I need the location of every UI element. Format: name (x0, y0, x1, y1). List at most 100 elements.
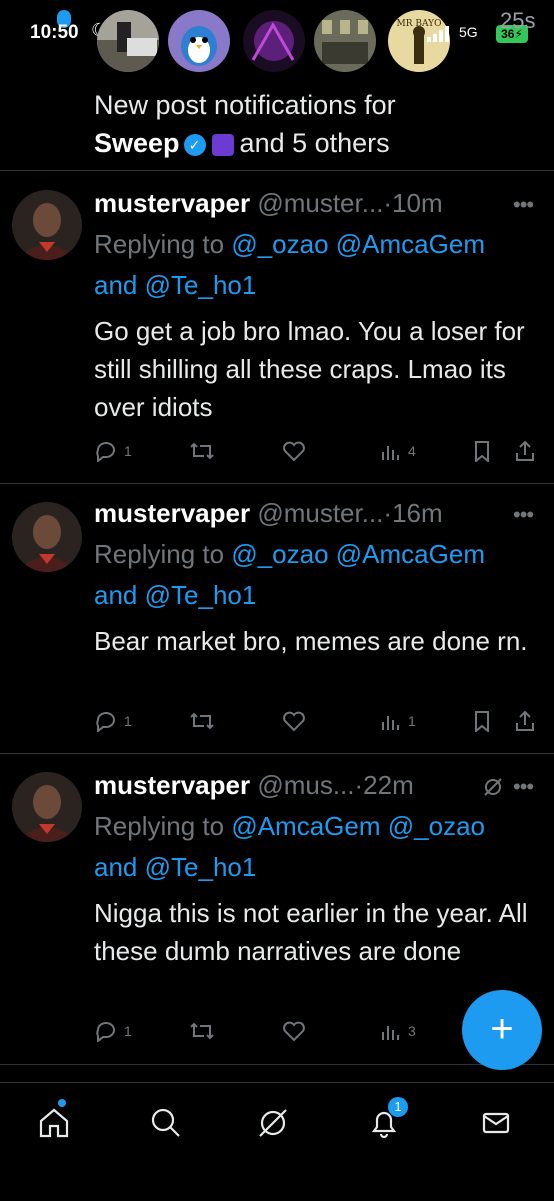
replying-to: Replying to @_ozao @AmcaGem and @Te_ho1 (94, 224, 534, 306)
and-others-link[interactable]: and @Te_ho1 (94, 580, 256, 610)
post-body: Nigga this is not earlier in the year. A… (94, 898, 528, 966)
new-post-notification[interactable]: New post notifications for Sweep ✓ and 5 o… (94, 86, 534, 162)
story-avatar-1[interactable] (97, 10, 159, 72)
mention-link[interactable]: @_ozao (388, 811, 485, 841)
reply-button[interactable]: 1 (94, 1020, 132, 1042)
more-icon[interactable]: ••• (513, 774, 534, 800)
like-button[interactable] (282, 710, 306, 732)
more-icon[interactable]: ••• (513, 502, 534, 528)
reply-icon (96, 1022, 115, 1042)
notification-badge: 1 (388, 1097, 408, 1117)
views-button[interactable]: 4 (380, 440, 416, 462)
and-word: and (94, 580, 138, 610)
reply-icon (96, 712, 115, 732)
more-icon[interactable]: ••• (513, 192, 534, 218)
reply-button[interactable]: 1 (94, 440, 132, 462)
repost-button[interactable] (189, 710, 215, 732)
dot-separator: · (383, 498, 393, 528)
author-handle[interactable]: @muster... (257, 498, 383, 528)
post-actions: 1 1 (94, 710, 544, 738)
grok-icon (259, 1109, 287, 1137)
and-word: and (94, 270, 138, 300)
share-button[interactable] (514, 710, 536, 732)
dot-separator: · (383, 188, 393, 218)
share-icon (516, 440, 534, 461)
notification-rest: and 5 others (239, 128, 390, 158)
mention-link[interactable]: @AmcaGem (336, 539, 485, 569)
author-name[interactable]: mustervaper (94, 188, 250, 218)
verified-icon: ✓ (183, 133, 206, 156)
reply-count: 1 (124, 1023, 132, 1039)
story-avatar-2[interactable] (168, 10, 230, 72)
search-icon (151, 1108, 180, 1137)
grok-icon[interactable] (482, 776, 504, 803)
share-icon (516, 710, 534, 731)
new-content-dot (58, 1099, 66, 1107)
like-button[interactable] (282, 440, 306, 462)
post-avatar[interactable] (12, 502, 82, 572)
repost-button[interactable] (189, 440, 215, 462)
like-button[interactable] (282, 1020, 306, 1042)
notifications-tab[interactable]: 1 (366, 1097, 408, 1145)
share-button[interactable] (514, 440, 536, 462)
replying-prefix: Replying to (94, 811, 225, 841)
post-time: 16m (392, 498, 443, 528)
bookmark-button[interactable] (472, 440, 492, 462)
bookmark-icon (475, 711, 489, 732)
views-icon (382, 1026, 399, 1040)
reply-count: 1 (124, 713, 132, 729)
post-body: Go get a job bro lmao. You a loser for s… (94, 316, 525, 422)
views-icon (382, 446, 399, 460)
grok-tab[interactable] (255, 1105, 295, 1145)
reply-button[interactable]: 1 (94, 710, 132, 732)
mention-link[interactable]: @AmcaGem (336, 229, 485, 259)
home-tab[interactable] (36, 1099, 76, 1145)
author-name[interactable]: mustervaper (94, 498, 250, 528)
divider (0, 170, 554, 171)
signal-icon (427, 26, 451, 47)
and-others-link[interactable]: and @Te_ho1 (94, 852, 256, 882)
and-others-link[interactable]: and @Te_ho1 (94, 270, 256, 300)
author-name[interactable]: mustervaper (94, 770, 250, 800)
heart-icon (283, 711, 305, 732)
author-handle[interactable]: @muster... (257, 188, 383, 218)
search-tab[interactable] (148, 1105, 188, 1145)
heart-icon (283, 441, 305, 462)
views-icon (382, 716, 399, 730)
post-header: mustervaper @mus...·22m (94, 770, 414, 801)
repost-icon (190, 1022, 214, 1040)
messages-tab[interactable] (478, 1105, 518, 1145)
repost-button[interactable] (189, 1020, 215, 1042)
story-avatar-3[interactable] (243, 10, 305, 72)
notification-account-name: Sweep (94, 128, 180, 158)
post-actions: 1 4 (94, 440, 544, 468)
mention-link[interactable]: @Te_ho1 (145, 852, 257, 882)
repost-icon (190, 712, 214, 730)
replying-to: Replying to @_ozao @AmcaGem and @Te_ho1 (94, 534, 534, 616)
divider (0, 1064, 554, 1065)
post-avatar[interactable] (12, 190, 82, 260)
divider (0, 483, 554, 484)
author-handle[interactable]: @mus... (257, 770, 354, 800)
mention-link[interactable]: @AmcaGem (231, 811, 380, 841)
replying-prefix: Replying to (94, 539, 225, 569)
bookmark-button[interactable] (472, 710, 492, 732)
views-button[interactable]: 1 (380, 710, 416, 732)
mention-link[interactable]: @_ozao (231, 229, 328, 259)
home-icon (39, 1108, 69, 1138)
views-button[interactable]: 3 (380, 1020, 416, 1042)
bookmark-icon (475, 441, 489, 462)
mention-link[interactable]: @_ozao (231, 539, 328, 569)
views-count: 4 (408, 443, 416, 459)
story-avatar-4[interactable] (314, 10, 376, 72)
post-time: 22m (363, 770, 414, 800)
replying-to: Replying to @AmcaGem @_ozao and @Te_ho1 (94, 806, 534, 888)
mention-link[interactable]: @Te_ho1 (145, 270, 257, 300)
views-count: 3 (408, 1023, 416, 1039)
mention-link[interactable]: @Te_ho1 (145, 580, 257, 610)
post-time: 10m (392, 188, 443, 218)
reply-count: 1 (124, 443, 132, 459)
compose-button[interactable]: + (462, 990, 542, 1070)
post-avatar[interactable] (12, 772, 82, 842)
mail-icon (482, 1112, 510, 1134)
